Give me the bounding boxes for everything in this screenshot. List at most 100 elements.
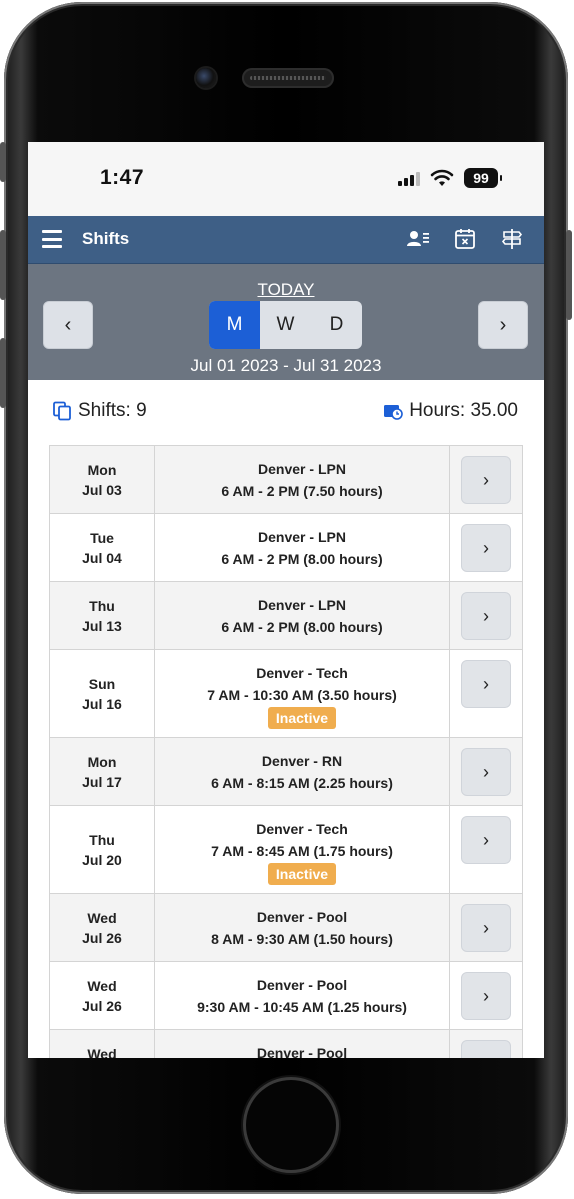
- shift-details: Denver - Tech 7 AM - 10:30 AM (3.50 hours…: [155, 650, 450, 737]
- shift-detail-button[interactable]: ›: [461, 748, 511, 796]
- signpost-icon[interactable]: [500, 228, 524, 250]
- shift-time: 6 AM - 2 PM (7.50 hours): [221, 483, 383, 499]
- calendar-clock-icon: [384, 405, 404, 420]
- shift-summary: Shifts: 9 Hours: 35.00: [28, 380, 544, 444]
- calendar-x-icon[interactable]: [453, 228, 477, 250]
- shift-action: ›: [450, 446, 522, 513]
- shift-details: Denver - Tech 7 AM - 8:45 AM (1.75 hours)…: [155, 806, 450, 893]
- user-list-icon[interactable]: [406, 228, 430, 250]
- shift-day: Jul 16: [82, 695, 122, 712]
- shift-detail-button[interactable]: ›: [461, 1040, 511, 1058]
- shift-detail-button[interactable]: ›: [461, 592, 511, 640]
- shift-row[interactable]: Wed Jul 26 Denver - Pool 9:30 AM - 10:45 AM…: [49, 962, 523, 1030]
- wifi-icon: [430, 169, 454, 186]
- shift-weekday: Sun: [88, 675, 116, 692]
- shift-date: WedJul 26: [50, 962, 155, 1029]
- earpiece-speaker: [242, 68, 334, 88]
- shift-action: ›: [450, 650, 522, 737]
- shift-details: Denver - Pool: [155, 1030, 450, 1058]
- battery-indicator: 99: [464, 168, 502, 188]
- shift-row[interactable]: Thu Jul 20 Denver - Tech 7 AM - 8:45 AM (1.…: [49, 806, 523, 894]
- date-range-label: Jul 01 2023 - Jul 31 2023: [190, 356, 382, 375]
- mute-switch: [0, 142, 6, 182]
- shift-detail-button[interactable]: ›: [461, 456, 511, 504]
- top-navbar: Shifts: [28, 216, 544, 264]
- shift-location: Denver - LPN: [258, 529, 346, 545]
- shift-time: 6 AM - 8:15 AM (2.25 hours): [211, 775, 393, 791]
- status-time: 1:47: [100, 166, 145, 189]
- shift-detail-button[interactable]: ›: [461, 904, 511, 952]
- shift-day: Jul 17: [82, 773, 122, 790]
- shift-location: Denver - Pool: [256, 1045, 348, 1058]
- shift-row[interactable]: Mon Jul 17 Denver - RN 6 AM - 8:15 AM (2.25…: [49, 738, 523, 806]
- shift-weekday: Mon: [87, 753, 117, 770]
- power-button: [566, 230, 572, 320]
- page-title: Shifts: [82, 229, 130, 248]
- shift-date: Thu Jul 13: [50, 582, 155, 649]
- view-day-button[interactable]: D: [311, 301, 362, 349]
- shift-time: 7 AM - 10:30 AM (3.50 hours): [207, 687, 397, 703]
- home-button[interactable]: [246, 1080, 336, 1170]
- shift-row[interactable]: Tue Jul 04 Denver - LPN 6 AM - 2 PM (8.00 h…: [49, 514, 523, 582]
- shift-time: 6 AM - 2 PM (8.00 hours): [221, 551, 383, 567]
- shift-time: 8 AM - 9:30 AM (1.50 hours): [211, 931, 393, 947]
- shift-row[interactable]: Thu Jul 13 Denver - LPN 6 AM - 2 PM (8.00 h…: [49, 582, 523, 650]
- shift-date: Sun Jul 16: [50, 650, 155, 737]
- date-navigation: TODAY ‹ M W D › Jul 01 2023 - Jul 31 202…: [28, 264, 544, 380]
- today-link[interactable]: TODAY: [28, 280, 544, 300]
- shift-detail-button[interactable]: ›: [461, 660, 511, 708]
- hours-total-text: Hours: 35.00: [409, 400, 518, 421]
- view-mode-toggle: M W D: [209, 301, 362, 349]
- shift-location: Denver - Pool: [256, 909, 348, 925]
- next-period-button[interactable]: ›: [478, 301, 528, 349]
- shift-date: Mon Jul 17: [50, 738, 155, 805]
- shift-location: Denver - LPN: [258, 461, 346, 477]
- shift-details: Denver - LPN 6 AM - 2 PM (8.00 hours): [155, 582, 450, 649]
- shift-date: WedJul 26: [50, 1030, 155, 1058]
- shift-weekday: Thu: [89, 831, 115, 848]
- volume-up-button: [0, 230, 6, 300]
- shift-location: Denver - LPN: [258, 597, 346, 613]
- shift-count: Shifts: 9: [52, 400, 147, 422]
- view-week-button[interactable]: W: [260, 301, 311, 349]
- shift-detail-button[interactable]: ›: [461, 816, 511, 864]
- shift-location: Denver - Tech: [256, 821, 348, 837]
- shift-detail-button[interactable]: ›: [461, 972, 511, 1020]
- shift-day: Jul 26: [82, 929, 122, 946]
- shift-action: ›: [450, 514, 522, 581]
- shift-time: 7 AM - 8:45 AM (1.75 hours): [211, 843, 393, 859]
- shift-action: ›: [450, 894, 522, 961]
- shift-row[interactable]: Sun Jul 16 Denver - Tech 7 AM - 10:30 AM (3…: [49, 650, 523, 738]
- previous-period-button[interactable]: ‹: [43, 301, 93, 349]
- shift-day: Jul 26: [82, 997, 122, 1014]
- front-camera: [196, 68, 216, 88]
- shift-action: ›: [450, 806, 522, 893]
- status-badge: Inactive: [267, 707, 337, 729]
- shift-time: 6 AM - 2 PM (8.00 hours): [221, 619, 383, 635]
- shift-list: Mon Jul 03 Denver - LPN 6 AM - 2 PM (7.50 h…: [49, 445, 523, 1058]
- shift-row[interactable]: WedJul 26 Denver - Pool ›: [49, 1030, 523, 1058]
- shift-weekday: Thu: [89, 597, 115, 614]
- hours-total: Hours: 35.00: [383, 400, 518, 422]
- app-screen: 1:47 99 Shifts TODAY ‹ M W D › Jul 01 20…: [28, 142, 544, 1058]
- shift-location: Denver - Tech: [256, 665, 348, 681]
- volume-down-button: [0, 338, 6, 408]
- status-bar: 1:47 99: [28, 142, 544, 216]
- shift-day: Jul 03: [82, 481, 122, 498]
- copy-icon: [53, 401, 71, 421]
- shift-row[interactable]: Wed Jul 26 Denver - Pool 8 AM - 9:30 AM (1.…: [49, 894, 523, 962]
- shift-row[interactable]: Mon Jul 03 Denver - LPN 6 AM - 2 PM (7.50 h…: [49, 446, 523, 514]
- shift-weekday: Mon: [87, 461, 117, 478]
- shift-action: ›: [450, 962, 522, 1029]
- shift-action: ›: [450, 582, 522, 649]
- shift-day: Jul 20: [82, 851, 122, 868]
- shift-location: Denver - RN: [261, 753, 343, 769]
- shift-details: Denver - Pool 9:30 AM - 10:45 AM (1.25 ho…: [155, 962, 450, 1029]
- menu-icon[interactable]: [42, 230, 62, 248]
- shift-count-text: Shifts: 9: [78, 400, 147, 421]
- view-month-button[interactable]: M: [209, 301, 260, 349]
- shift-details: Denver - RN 6 AM - 8:15 AM (2.25 hours): [155, 738, 450, 805]
- shift-date: Tue Jul 04: [50, 514, 155, 581]
- shift-detail-button[interactable]: ›: [461, 524, 511, 572]
- shift-details: Denver - Pool 8 AM - 9:30 AM (1.50 hours): [155, 894, 450, 961]
